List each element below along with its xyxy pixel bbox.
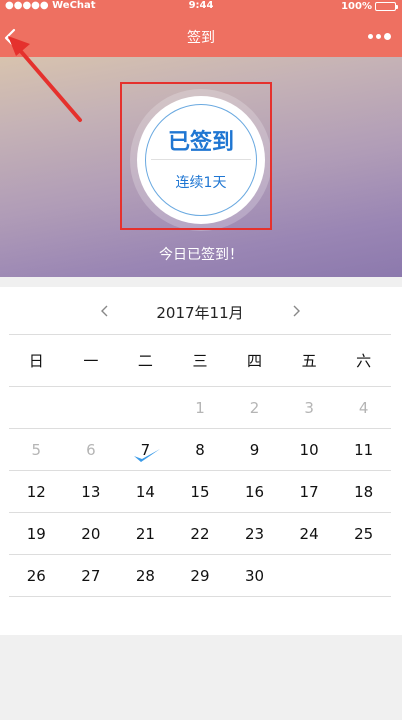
page-title: 签到 [187,30,215,46]
sign-in-banner: 已签到 连续1天 今日已签到！ [0,57,402,277]
day-cell[interactable]: 23 [227,513,282,554]
day-number: 6 [86,440,96,459]
weekday-label: 日 [28,352,44,370]
day-number: 12 [26,482,46,501]
weekday-label: 一 [83,352,99,370]
weekday-label: 四 [247,352,263,370]
weekday-label: 六 [356,352,372,370]
day-cell[interactable]: 9 [227,429,282,470]
day-number: 10 [299,440,319,459]
day-number: 29 [190,566,210,585]
status-bar: ●●●●● WeChat 9:44 100% [0,0,402,14]
day-cell[interactable]: 3 [282,387,337,428]
weekday-label: 三 [192,352,208,370]
day-cell[interactable]: 4 [336,387,391,428]
day-cell[interactable]: 10 [282,429,337,470]
empty-day-cell [64,387,119,428]
day-cell[interactable]: 12 [9,471,64,512]
day-number: 14 [135,482,155,501]
calendar-week-row: 1 2 3 4 [9,387,391,429]
day-number: 18 [354,482,374,501]
empty-day-cell [118,387,173,428]
day-cell[interactable]: 6 [64,429,119,470]
day-number: 28 [135,566,155,585]
day-number: 26 [26,566,46,585]
day-cell[interactable]: 30 [227,555,282,596]
empty-day-cell [336,555,391,596]
today-signed-message: 今日已签到！ [159,247,243,263]
day-number: 2 [249,398,260,417]
empty-day-cell [9,387,64,428]
day-number: 11 [354,440,374,459]
day-number: 20 [81,524,101,543]
month-navigator: 2017年11月 [9,287,391,335]
day-cell[interactable]: 5 [9,429,64,470]
weekday-header: 日一二三四五六 [9,335,391,387]
day-number: 1 [195,398,205,417]
checkmark-icon [134,449,161,462]
day-number: 8 [195,440,205,459]
weekday-label: 二 [137,352,153,370]
day-number: 25 [354,524,374,543]
day-number: 16 [244,482,265,501]
signed-label: 已签到 [167,130,234,155]
day-number: 4 [358,398,369,417]
calendar: 2017年11月 日一二三四五六 1 2 3 4 5 6 7 8 9 10 11 12 13 14 15 16 1… [0,287,402,635]
day-cell[interactable]: 20 [64,513,119,554]
day-number: 27 [81,566,101,585]
day-number: 19 [26,524,46,543]
battery-status: 100% [341,1,398,12]
day-cell[interactable]: 25 [336,513,391,554]
day-number: 9 [249,440,260,459]
day-cell[interactable]: 29 [173,555,228,596]
more-dots-icon[interactable] [368,30,396,42]
day-cell[interactable]: 8 [173,429,228,470]
day-cell[interactable]: 2 [227,387,282,428]
day-number: 24 [299,524,319,543]
day-cell[interactable]: 21 [118,513,173,554]
day-cell[interactable]: 15 [173,471,228,512]
badge-divider [151,159,251,160]
day-cell[interactable]: 16 [227,471,282,512]
next-month-icon[interactable] [286,299,306,323]
day-cell[interactable]: 19 [9,513,64,554]
day-cell[interactable]: 14 [118,471,173,512]
sign-in-badge: 已签到 连续1天 [137,96,265,224]
battery-icon [375,2,398,11]
month-title: 2017年11月 [156,304,244,322]
day-number: 30 [244,566,265,585]
day-number: 5 [31,440,42,459]
day-cell[interactable]: 24 [282,513,337,554]
calendar-week-row: 19 20 21 22 23 24 25 [9,513,391,555]
day-cell[interactable]: 27 [64,555,119,596]
calendar-week-row: 5 6 7 8 9 10 11 [9,429,391,471]
day-cell[interactable]: 13 [64,471,119,512]
calendar-week-row: 12 13 14 15 16 17 18 [9,471,391,513]
day-number: 17 [299,482,319,501]
day-number: 23 [244,524,265,543]
day-number: 13 [81,482,101,501]
top-bar: ●●●●● WeChat 9:44 100% 签到 [0,0,402,57]
badge-ring [145,104,257,216]
day-number: 15 [190,482,210,501]
calendar-grid: 日一二三四五六 1 2 3 4 5 6 7 8 9 10 11 12 13 14 15 16 17 18 19 20 21… [9,335,391,597]
day-cell[interactable]: 28 [118,555,173,596]
day-cell[interactable]: 7 [118,429,173,470]
streak-label: 连续1天 [175,175,227,191]
battery-percent: 100% [341,1,372,12]
day-cell[interactable]: 26 [9,555,64,596]
day-number: 21 [135,524,155,543]
empty-day-cell [282,555,337,596]
day-number: 3 [304,398,314,417]
weekday-label: 五 [301,352,317,370]
day-number: 22 [190,524,210,543]
day-cell[interactable]: 22 [173,513,228,554]
day-cell[interactable]: 17 [282,471,337,512]
calendar-week-row: 26 27 28 29 30 [9,555,391,597]
day-cell[interactable]: 11 [336,429,391,470]
day-cell[interactable]: 1 [173,387,228,428]
day-cell[interactable]: 18 [336,471,391,512]
